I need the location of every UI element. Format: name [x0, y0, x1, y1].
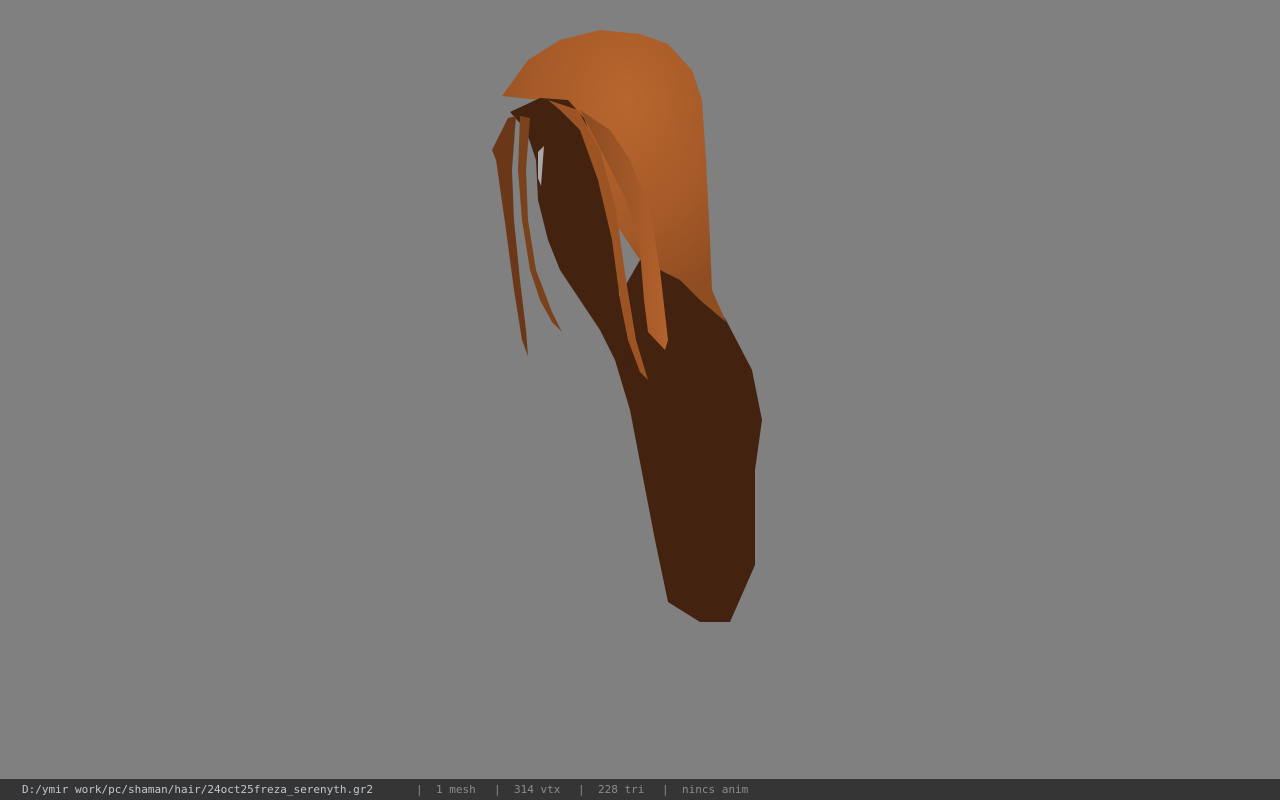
anim-status-label: nincs anim	[682, 783, 749, 796]
status-separator: |	[578, 783, 585, 796]
mesh-count-label: 1 mesh	[436, 783, 476, 796]
status-separator: |	[416, 783, 423, 796]
3d-viewport[interactable]	[0, 0, 1280, 779]
triangle-count-label: 228 tri	[598, 783, 645, 796]
status-separator: |	[662, 783, 669, 796]
vertex-count-label: 314 vtx	[514, 783, 561, 796]
status-bar: D:/ymir work/pc/shaman/hair/24oct25freza…	[0, 779, 1280, 800]
status-separator: |	[494, 783, 501, 796]
hair-model-render[interactable]	[0, 0, 1280, 779]
file-path-label: D:/ymir work/pc/shaman/hair/24oct25freza…	[22, 783, 373, 796]
